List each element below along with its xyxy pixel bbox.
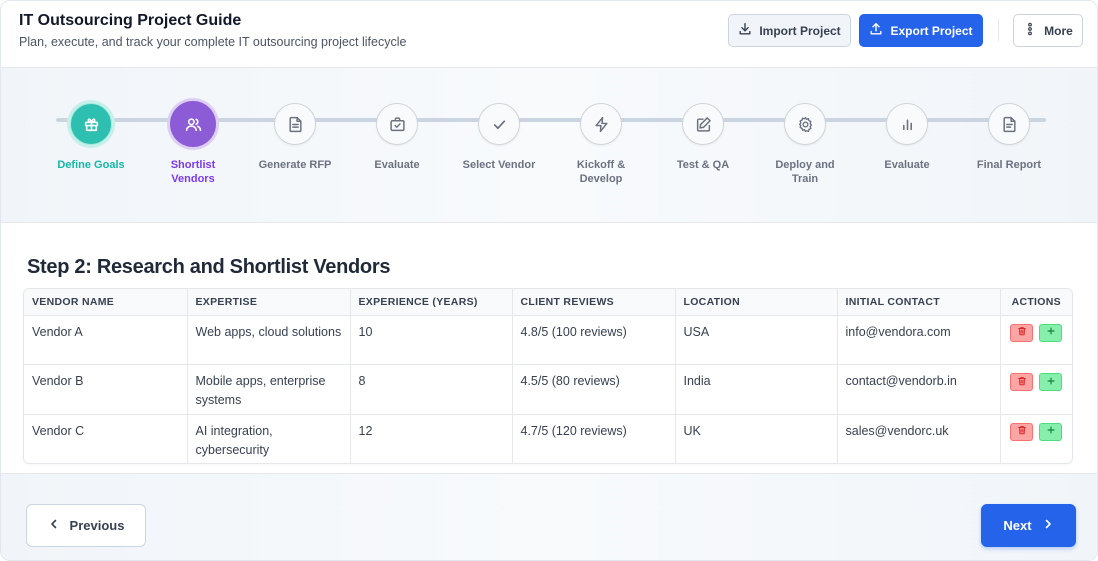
- add-row-button[interactable]: [1039, 422, 1063, 441]
- add-row-button[interactable]: [1039, 373, 1063, 392]
- previous-label: Previous: [69, 518, 125, 533]
- vendor-name-cell: Vendor B: [24, 364, 188, 415]
- step-label: Generate RFP: [258, 159, 332, 171]
- actions-cell: [1000, 414, 1072, 463]
- vendor-name-cell: Vendor C: [24, 414, 188, 463]
- experience-cell: 10: [350, 315, 513, 365]
- bar-chart-icon: [886, 103, 928, 145]
- experience-cell: 12: [350, 414, 513, 463]
- location-cell: India: [675, 364, 838, 415]
- vendor-table: VENDOR NAME EXPERTISE EXPERIENCE (YEARS)…: [23, 288, 1073, 464]
- actions-cell: [1000, 315, 1072, 365]
- more-label: More: [1044, 23, 1073, 38]
- step-shortlist-vendors[interactable]: Shortlist Vendors: [143, 101, 243, 186]
- download-icon: [738, 22, 752, 39]
- check-icon: [478, 103, 520, 145]
- vendor-name-cell: Vendor A: [24, 315, 188, 365]
- upload-icon: [869, 22, 883, 39]
- contact-cell: contact@vendorb.in: [837, 364, 1001, 415]
- next-label: Next: [1003, 518, 1032, 533]
- table-header-row: VENDOR NAME EXPERTISE EXPERIENCE (YEARS)…: [24, 289, 1072, 316]
- column-header: INITIAL CONTACT: [837, 289, 1001, 316]
- column-header: EXPERIENCE (YEARS): [350, 289, 513, 316]
- more-button[interactable]: More: [1013, 14, 1083, 47]
- contact-cell: info@vendora.com: [837, 315, 1001, 365]
- experience-cell: 8: [350, 364, 513, 415]
- add-row-button[interactable]: [1039, 323, 1063, 342]
- step-label: Evaluate: [884, 159, 930, 171]
- footer-nav: Previous Next: [1, 473, 1097, 560]
- reviews-cell: 4.5/5 (80 reviews): [512, 364, 676, 415]
- briefcase-check-icon: [376, 103, 418, 145]
- edit-icon: [682, 103, 724, 145]
- lightning-icon: [580, 103, 622, 145]
- step-label: Deploy and Train: [775, 159, 835, 185]
- plus-icon: [1046, 422, 1056, 441]
- table-row: Vendor A Web apps, cloud solutions 10 4.…: [24, 315, 1072, 365]
- reviews-cell: 4.8/5 (100 reviews): [512, 315, 676, 365]
- contact-cell: sales@vendorc.uk: [837, 414, 1001, 463]
- column-header: EXPERTISE: [187, 289, 351, 316]
- expertise-cell: Web apps, cloud solutions: [187, 315, 351, 365]
- app-window: IT Outsourcing Project Guide Plan, execu…: [0, 0, 1098, 561]
- trash-icon: [1017, 373, 1027, 392]
- delete-row-button[interactable]: [1010, 323, 1034, 342]
- column-header: ACTIONS: [1000, 289, 1072, 316]
- page-title: IT Outsourcing Project Guide: [19, 12, 242, 29]
- header-divider: [998, 19, 999, 41]
- step-label: Define Goals: [57, 159, 125, 171]
- column-header: CLIENT REVIEWS: [512, 289, 676, 316]
- header: IT Outsourcing Project Guide Plan, execu…: [1, 1, 1097, 68]
- document-icon: [274, 103, 316, 145]
- trash-icon: [1017, 422, 1027, 441]
- page-subtitle: Plan, execute, and track your complete I…: [19, 35, 407, 49]
- more-vertical-icon: [1023, 22, 1037, 39]
- actions-cell: [1000, 364, 1072, 415]
- users-icon: [170, 101, 216, 147]
- column-header: LOCATION: [675, 289, 838, 316]
- step-label: Select Vendor: [462, 159, 536, 171]
- step-final-report[interactable]: Final Report: [959, 103, 1059, 172]
- step-evaluate[interactable]: Evaluate: [347, 103, 447, 172]
- step-generate-rfp[interactable]: Generate RFP: [245, 103, 345, 172]
- report-icon: [988, 103, 1030, 145]
- import-project-label: Import Project: [759, 23, 841, 38]
- step-label: Final Report: [976, 159, 1042, 171]
- location-cell: USA: [675, 315, 838, 365]
- export-project-button[interactable]: Export Project: [859, 14, 983, 47]
- step-test-qa[interactable]: Test & QA: [653, 103, 753, 172]
- import-project-button[interactable]: Import Project: [728, 14, 851, 47]
- step-label: Kickoff & Develop: [576, 159, 626, 185]
- chevron-right-icon: [1042, 518, 1054, 533]
- step-define-goals[interactable]: Define Goals: [41, 103, 141, 172]
- delete-row-button[interactable]: [1010, 373, 1034, 392]
- progress-stepper: Define Goals Shortlist Vendors Generate …: [1, 68, 1097, 223]
- step-label: Evaluate: [374, 159, 420, 171]
- step-label: Shortlist Vendors: [170, 159, 216, 185]
- plus-icon: [1046, 323, 1056, 342]
- target-icon: [70, 103, 112, 145]
- step-deploy-train[interactable]: Deploy and Train: [755, 103, 855, 186]
- column-header: VENDOR NAME: [24, 289, 188, 316]
- table-row: Vendor C AI integration, cybersecurity 1…: [24, 414, 1072, 463]
- location-cell: UK: [675, 414, 838, 463]
- next-button[interactable]: Next: [981, 504, 1076, 547]
- chevron-left-icon: [48, 518, 60, 533]
- previous-button[interactable]: Previous: [26, 504, 146, 547]
- step-label: Test & QA: [676, 159, 730, 171]
- table-row: Vendor B Mobile apps, enterprise systems…: [24, 364, 1072, 415]
- expertise-cell: AI integration, cybersecurity: [187, 414, 351, 463]
- step-evaluate-final[interactable]: Evaluate: [857, 103, 957, 172]
- export-project-label: Export Project: [890, 23, 973, 38]
- expertise-cell: Mobile apps, enterprise systems: [187, 364, 351, 415]
- section-title: Step 2: Research and Shortlist Vendors: [27, 256, 391, 278]
- trash-icon: [1017, 323, 1027, 342]
- reviews-cell: 4.7/5 (120 reviews): [512, 414, 676, 463]
- step-select-vendor[interactable]: Select Vendor: [449, 103, 549, 172]
- gear-icon: [784, 103, 826, 145]
- delete-row-button[interactable]: [1010, 422, 1034, 441]
- plus-icon: [1046, 373, 1056, 392]
- step-kickoff-develop[interactable]: Kickoff & Develop: [551, 103, 651, 186]
